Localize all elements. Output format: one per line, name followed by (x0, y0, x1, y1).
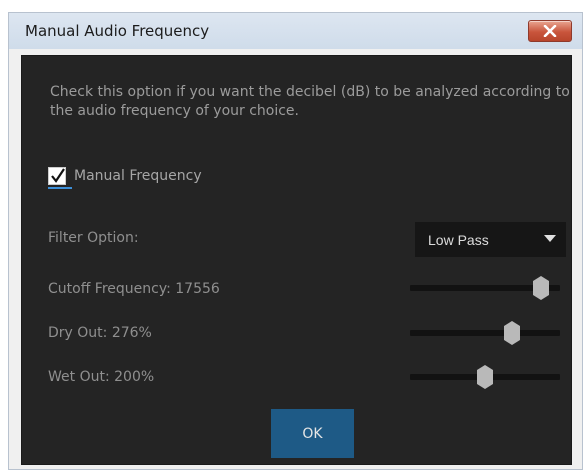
cutoff-frequency-slider[interactable] (410, 276, 560, 300)
title-bar[interactable]: Manual Audio Frequency (9, 13, 582, 49)
filter-option-dropdown[interactable]: Low Pass (415, 222, 566, 257)
dialog-content: Check this option if you want the decibe… (21, 55, 572, 465)
dropdown-arrow-icon (544, 235, 556, 242)
dry-out-label: Dry Out: 276% (48, 325, 152, 341)
slider-thumb[interactable] (477, 365, 493, 389)
manual-frequency-label: Manual Frequency (74, 168, 202, 184)
dry-out-slider[interactable] (410, 321, 560, 345)
checkmark-icon (51, 168, 65, 183)
window-title: Manual Audio Frequency (25, 22, 210, 40)
cutoff-frequency-label: Cutoff Frequency: 17556 (48, 281, 220, 297)
close-button[interactable] (528, 20, 572, 42)
manual-frequency-checkbox[interactable] (48, 167, 72, 189)
filter-option-value: Low Pass (428, 231, 489, 248)
slider-thumb[interactable] (504, 321, 520, 345)
description-text: Check this option if you want the decibe… (50, 84, 570, 119)
slider-thumb[interactable] (532, 276, 549, 300)
checkbox-focus-underline (48, 187, 72, 189)
slider-track (410, 330, 560, 336)
manual-audio-frequency-window: Manual Audio Frequency Check this option… (8, 12, 583, 470)
wet-out-label: Wet Out: 200% (48, 369, 155, 385)
manual-frequency-row[interactable]: Manual Frequency (48, 167, 202, 189)
ok-button[interactable]: OK (271, 409, 354, 458)
wet-out-slider[interactable] (410, 365, 560, 389)
close-x-icon (543, 25, 557, 37)
filter-option-label: Filter Option: (48, 230, 139, 246)
